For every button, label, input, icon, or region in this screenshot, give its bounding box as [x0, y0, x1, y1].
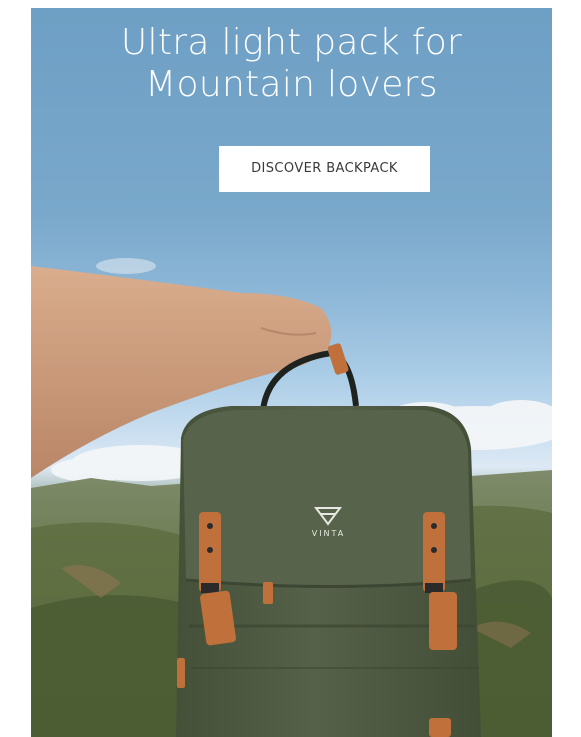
- discover-backpack-button[interactable]: DISCOVER BACKPACK: [219, 146, 430, 192]
- hero-headline-line2: Mountain lovers: [145, 64, 438, 105]
- hero-background-image: [31, 258, 552, 737]
- hero-headline: Ultra light pack for Mountain lovers: [31, 22, 552, 106]
- hero-banner: VINTA Ultra light pack for Mountain love…: [31, 8, 552, 737]
- hero-headline-line1: Ultra light pack for: [120, 22, 463, 63]
- vinta-logo-icon: [314, 507, 342, 526]
- backpack-brand-label: VINTA: [311, 529, 346, 538]
